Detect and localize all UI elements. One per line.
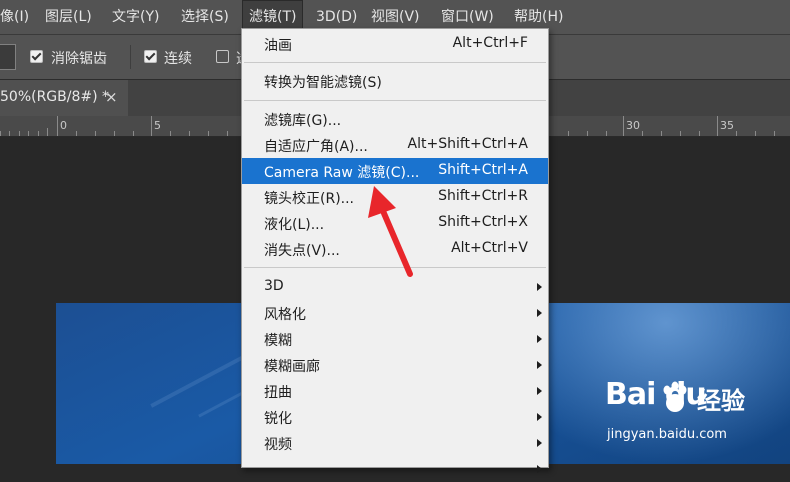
submenu-arrow-icon [537,309,542,317]
ruler-tick [587,131,588,136]
menu-item-convert-smart-filters[interactable]: 转换为智能滤镜(S) [242,68,548,94]
menu-item-blur-submenu[interactable]: 模糊 [242,326,548,352]
menu-item-label: 自适应广角(A)... [264,139,368,155]
ruler-tick [0,131,1,136]
ruler-tick [151,116,152,136]
ruler-tick [9,131,10,136]
menu-item-label: 锐化 [264,411,292,427]
watermark-brand: Bai du [605,377,707,412]
paw-icon [663,381,687,412]
sample-all-layers-checkbox[interactable] [216,50,229,63]
menu-item-label: 消失点(V)... [264,243,340,259]
options-separator [130,45,131,69]
ruler-tick [28,131,29,136]
menu-item-label: 扭曲 [264,385,292,401]
ruler-tick [623,116,624,136]
ruler-tick [717,116,718,136]
submenu-arrow-icon [537,361,542,369]
submenu-arrow-icon [537,387,542,395]
ruler-tick [189,131,190,136]
document-tab-title: 50%(RGB/8#) * [0,89,110,105]
ruler-label: 5 [154,119,161,132]
ruler-label: 0 [60,119,67,132]
ruler-tick [170,131,171,136]
ruler-tick [208,131,209,136]
ruler-tick [57,116,58,136]
red-arrow-annotation [368,186,413,277]
menu-item-distort-submenu[interactable]: 扭曲 [242,378,548,404]
menu-item-label: 3D [264,278,284,294]
menu-separator [244,62,546,63]
menu-item-shortcut: Shift+Ctrl+X [438,214,528,230]
menu-item-stylize-submenu[interactable]: 风格化 [242,300,548,326]
menu-item-video-submenu[interactable]: 视频 [242,430,548,456]
ruler-tick [774,131,775,136]
menu-item-label: 滤镜库(G)... [264,113,342,129]
menu-item-label: 模糊 [264,333,292,349]
menu-item-shortcut: Shift+Ctrl+R [438,188,528,204]
watermark-brand-cn: 经验 [697,387,745,415]
ruler-tick [19,131,20,136]
ruler-tick [227,131,228,136]
close-icon[interactable]: × [105,88,118,106]
ruler-tick [568,131,569,136]
menu-item-shortcut: Alt+Ctrl+F [452,35,528,51]
ruler-label: 30 [626,119,640,132]
antialias-checkbox[interactable] [30,50,43,63]
menu-item-label: 风格化 [264,307,306,323]
ruler-tick [47,128,48,136]
menu-item-blur-gallery-submenu[interactable]: 模糊画廊 [242,352,548,378]
menu-item-oil-paint[interactable]: 油画 Alt+Ctrl+F [242,31,548,57]
ruler-tick [699,131,700,136]
menu-item-label: 视频 [264,437,292,453]
menu-item-shortcut: Alt+Ctrl+V [451,240,528,256]
ruler-label: 35 [720,119,734,132]
tolerance-field[interactable] [0,44,16,70]
submenu-arrow-icon [537,413,542,421]
menu-image[interactable]: 像(I) [0,0,29,34]
submenu-arrow-icon [537,439,542,447]
contiguous-checkbox[interactable] [144,50,157,63]
menu-item-sharpen-submenu[interactable]: 锐化 [242,404,548,430]
menu-item-more-submenu[interactable] [242,456,548,482]
ruler-tick [114,131,115,136]
submenu-arrow-icon [537,465,542,473]
menu-separator [244,100,546,101]
menu-item-filter-gallery[interactable]: 滤镜库(G)... [242,106,548,132]
ruler-tick [76,131,77,136]
menu-item-adaptive-wide-angle[interactable]: 自适应广角(A)... Alt+Shift+Ctrl+A [242,132,548,158]
menu-layer[interactable]: 图层(L) [45,0,92,34]
contiguous-label: 连续 [164,51,192,67]
ruler-tick [133,131,134,136]
document-tab[interactable]: 50%(RGB/8#) * × [0,80,128,116]
ruler-tick [642,131,643,136]
menu-item-shortcut: Alt+Shift+Ctrl+A [407,136,528,152]
submenu-arrow-icon [537,283,542,291]
submenu-arrow-icon [537,335,542,343]
menu-select[interactable]: 选择(S) [181,0,229,34]
ruler-tick [606,131,607,136]
menu-item-label: 液化(L)... [264,217,325,233]
watermark-url: jingyan.baidu.com [607,427,727,442]
ruler-tick [38,131,39,136]
arrow-shaft [377,201,413,277]
ruler-tick [661,131,662,136]
menu-type[interactable]: 文字(Y) [112,0,159,34]
menu-item-label: 镜头校正(R)... [264,191,355,207]
menu-item-label: 模糊画廊 [264,359,320,375]
menu-item-label: 油画 [264,38,292,54]
antialias-label: 消除锯齿 [51,51,107,67]
ruler-tick [95,131,96,136]
menu-item-shortcut: Shift+Ctrl+A [438,162,528,178]
ruler-tick [680,131,681,136]
menu-item-label: 转换为智能滤镜(S) [264,75,382,91]
ruler-tick [755,131,756,136]
ruler-tick [736,131,737,136]
